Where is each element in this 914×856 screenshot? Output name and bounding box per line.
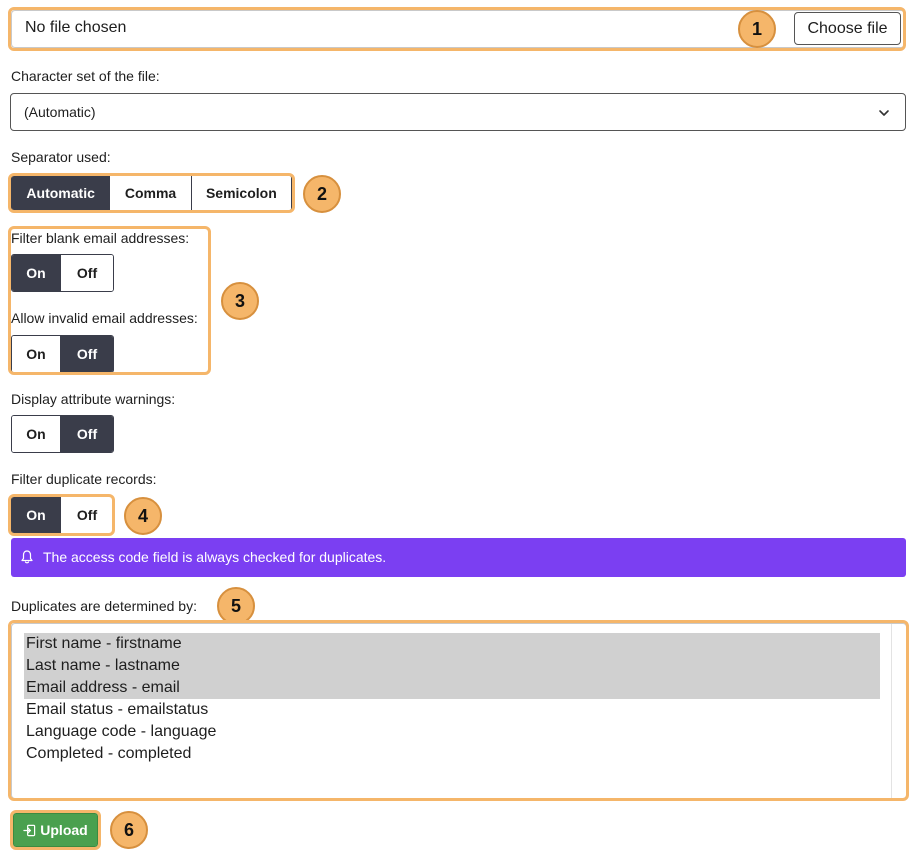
duplicates-label: Duplicates are determined by: <box>11 598 197 614</box>
upload-label: Upload <box>40 822 88 838</box>
list-item-firstname[interactable]: First name - firstname <box>24 633 880 655</box>
charset-value: (Automatic) <box>24 104 96 120</box>
list-item-email[interactable]: Email address - email <box>24 677 880 699</box>
filter-blank-off[interactable]: Off <box>61 255 113 291</box>
allow-invalid-on[interactable]: On <box>12 336 62 372</box>
list-item-completed[interactable]: Completed - completed <box>24 743 880 765</box>
upload-button[interactable]: Upload <box>13 813 98 847</box>
alert-text: The access code field is always checked … <box>43 549 387 565</box>
list-item-emailstatus[interactable]: Email status - emailstatus <box>24 699 880 721</box>
listbox-scrollbar[interactable] <box>891 624 892 798</box>
attribute-warnings-off[interactable]: Off <box>61 416 113 452</box>
allow-invalid-label: Allow invalid email addresses: <box>11 310 198 326</box>
filter-duplicates-off[interactable]: Off <box>61 497 113 533</box>
annotation-badge-6: 6 <box>110 811 148 849</box>
attribute-warnings-label: Display attribute warnings: <box>11 391 176 407</box>
attribute-warnings-on[interactable]: On <box>12 416 62 452</box>
filter-blank-toggle: On Off <box>11 254 114 292</box>
upload-icon <box>23 824 36 836</box>
duplicates-info-alert: The access code field is always checked … <box>11 538 906 577</box>
filter-blank-label: Filter blank email addresses: <box>11 230 190 246</box>
separator-option-automatic[interactable]: Automatic <box>12 176 111 210</box>
separator-toggle: Automatic Comma Semicolon <box>11 175 292 211</box>
charset-select[interactable]: (Automatic) <box>10 93 906 131</box>
annotation-badge-1: 1 <box>738 10 776 48</box>
allow-invalid-off[interactable]: Off <box>61 336 113 372</box>
file-status: No file chosen <box>25 19 127 36</box>
chevron-down-icon <box>879 110 889 116</box>
annotation-badge-3: 3 <box>221 282 259 320</box>
list-item-language[interactable]: Language code - language <box>24 721 880 743</box>
separator-option-semicolon[interactable]: Semicolon <box>191 176 291 210</box>
separator-option-comma[interactable]: Comma <box>110 176 192 210</box>
annotation-badge-2: 2 <box>303 175 341 213</box>
allow-invalid-toggle: On Off <box>11 335 114 373</box>
bell-icon <box>21 550 33 564</box>
duplicates-listbox[interactable]: First name - firstname Last name - lastn… <box>11 623 907 799</box>
annotation-badge-4: 4 <box>124 497 162 535</box>
annotation-badge-5: 5 <box>217 587 255 625</box>
filter-duplicates-on[interactable]: On <box>12 497 62 533</box>
separator-label: Separator used: <box>11 149 111 165</box>
filter-duplicates-label: Filter duplicate records: <box>11 471 157 487</box>
list-item-lastname[interactable]: Last name - lastname <box>24 655 880 677</box>
choose-file-button[interactable]: Choose file <box>794 12 901 45</box>
filter-duplicates-toggle: On Off <box>11 496 114 534</box>
filter-blank-on[interactable]: On <box>12 255 62 291</box>
attribute-warnings-toggle: On Off <box>11 415 114 453</box>
charset-label: Character set of the file: <box>11 68 160 84</box>
